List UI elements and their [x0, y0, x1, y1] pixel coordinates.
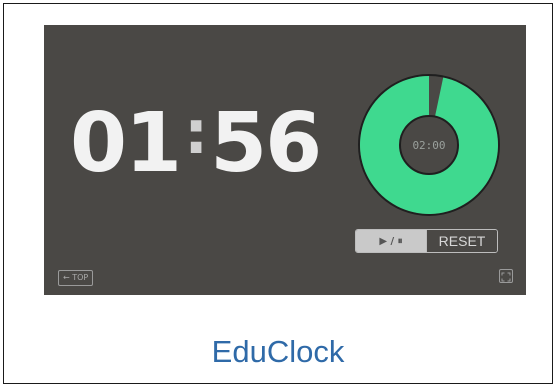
fullscreen-icon	[501, 272, 511, 282]
donut-total-label: 02:00	[412, 139, 445, 152]
play-pause-button[interactable]: ▶ / ⏸	[356, 230, 426, 252]
timer-controls: ▶ / ⏸ RESET	[355, 229, 498, 253]
timer-separator: :	[184, 98, 208, 168]
reset-button[interactable]: RESET	[426, 230, 497, 252]
back-to-top-button[interactable]: ← TOP	[58, 270, 94, 286]
timer-minutes: 01	[70, 96, 182, 191]
app-card: 01 : 56 02:00 ▶ / ⏸ RESET ← TOP EduClock	[3, 3, 553, 384]
fullscreen-button[interactable]	[499, 269, 513, 283]
clock-screen: 01 : 56 02:00 ▶ / ⏸ RESET ← TOP	[44, 25, 526, 295]
app-name-caption: EduClock	[211, 334, 345, 369]
progress-donut: 02:00	[357, 73, 501, 217]
timer-seconds: 56	[210, 96, 322, 191]
countdown-display: 01 : 56	[70, 89, 322, 199]
donut-chart: 02:00	[358, 74, 500, 216]
